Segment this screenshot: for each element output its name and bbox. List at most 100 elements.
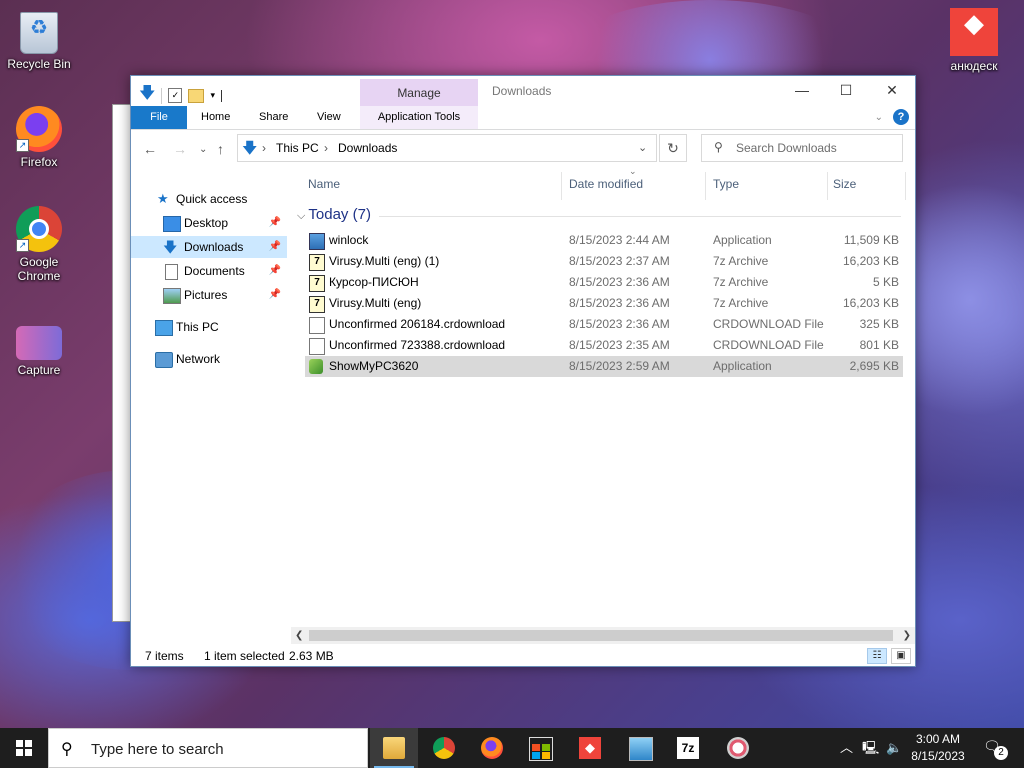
start-button[interactable] <box>0 728 48 768</box>
document-icon <box>309 317 325 334</box>
tab-application-tools[interactable]: Application Tools <box>360 106 478 129</box>
recent-locations-icon[interactable]: ⌄ <box>199 144 207 155</box>
shortcut-arrow-icon: ↗ <box>16 139 29 152</box>
nav-this-pc[interactable]: This PC <box>131 316 287 338</box>
taskbar: ⚲ ◆ 7z ︿ 🖳 🔈 3:00 AM 8/15/2023 🗨 2 <box>0 728 1024 768</box>
maximize-button[interactable]: ☐ <box>823 76 869 104</box>
computer-icon <box>155 320 173 336</box>
search-input[interactable] <box>734 140 898 156</box>
file-row-selected[interactable]: ShowMyPC3620 8/15/2023 2:59 AM Applicati… <box>305 356 903 377</box>
up-button[interactable]: ↑ <box>217 141 224 157</box>
chevron-down-icon: ⌵ <box>297 210 309 222</box>
show-hidden-icons-icon[interactable]: ︿ <box>840 728 853 768</box>
download-arrow-icon: 🡇 <box>139 85 156 102</box>
close-button[interactable]: ✕ <box>869 76 915 104</box>
downloads-icon: 🡇 <box>242 140 258 157</box>
pin-icon[interactable]: 📌 <box>269 260 281 282</box>
shortcut-arrow-icon: ↗ <box>16 239 29 252</box>
taskbar-store[interactable] <box>516 728 564 768</box>
capture-icon <box>16 326 62 360</box>
desktop-icon-firefox[interactable]: ↗ Firefox <box>1 106 77 169</box>
desktop-icon-google-chrome[interactable]: ↗ Google Chrome <box>1 206 77 283</box>
nav-item-downloads[interactable]: 🡇 Downloads 📌 <box>131 236 287 258</box>
search-icon: ⚲ <box>61 741 73 758</box>
nav-item-desktop[interactable]: Desktop 📌 <box>131 212 287 234</box>
file-row[interactable]: 7 Virusy.Multi (eng) 8/15/2023 2:36 AM 7… <box>305 293 903 314</box>
taskbar-7zip[interactable]: 7z <box>664 728 712 768</box>
item-count: 7 items <box>145 649 184 663</box>
file-row[interactable]: 7 Virusy.Multi (eng) (1) 8/15/2023 2:37 … <box>305 251 903 272</box>
horizontal-scrollbar[interactable]: ❮ ❯ <box>291 627 915 644</box>
taskbar-clock[interactable]: 3:00 AM 8/15/2023 <box>906 731 970 765</box>
file-explorer-window: 🡇 ✓ ▾ Manage Downloads — ☐ ✕ File Home S… <box>130 75 916 667</box>
desktop-icon-recycle-bin[interactable]: Recycle Bin <box>1 8 77 71</box>
tab-view[interactable]: View <box>307 106 351 129</box>
taskbar-search-input[interactable] <box>89 740 363 759</box>
column-header-name[interactable]: Name <box>308 172 340 200</box>
taskbar-app[interactable] <box>616 728 664 768</box>
pin-icon[interactable]: 📌 <box>269 236 281 258</box>
details-view-icon[interactable]: ☷ <box>867 648 887 664</box>
address-dropdown-icon[interactable]: ⌄ <box>638 141 647 154</box>
network-icon[interactable]: 🖳 <box>862 728 879 768</box>
search-box[interactable]: ⚲ <box>701 134 903 162</box>
downloads-icon: 🡇 <box>163 239 178 255</box>
anydesk-icon <box>950 8 998 56</box>
taskbar-anydesk[interactable]: ◆ <box>566 728 614 768</box>
properties-icon[interactable]: ✓ <box>168 88 183 103</box>
chrome-icon: ↗ <box>16 206 62 252</box>
nav-item-pictures[interactable]: Pictures 📌 <box>131 284 287 306</box>
column-header-size[interactable]: Size <box>833 172 856 200</box>
group-header-today[interactable]: ⌵ Today (7) <box>297 206 371 223</box>
wallpaper-shape <box>900 150 1024 450</box>
scrollbar-thumb[interactable] <box>309 630 893 641</box>
volume-icon[interactable]: 🔈 <box>886 728 902 768</box>
nav-item-documents[interactable]: Documents 📌 <box>131 260 287 282</box>
expand-ribbon-icon[interactable]: ⌄ <box>875 112 883 123</box>
desktop-folder-icon <box>163 216 181 232</box>
file-row[interactable]: 7 Курсор-ПИСЮН 8/15/2023 2:36 AM 7z Arch… <box>305 272 903 293</box>
scroll-right-icon[interactable]: ❯ <box>903 627 911 644</box>
taskbar-snipping-tool[interactable] <box>714 728 762 768</box>
new-folder-icon[interactable] <box>188 88 205 103</box>
desktop-icon-anydesk[interactable]: анюдеск <box>936 8 1012 73</box>
breadcrumb-downloads[interactable]: Downloads <box>338 141 397 155</box>
scroll-left-icon[interactable]: ❮ <box>295 627 303 644</box>
refresh-button[interactable]: ↻ <box>659 134 687 162</box>
tab-share[interactable]: Share <box>249 106 298 129</box>
taskbar-chrome[interactable] <box>420 728 468 768</box>
document-icon <box>309 338 325 355</box>
breadcrumb-separator-icon[interactable]: › <box>324 141 328 155</box>
large-icons-view-icon[interactable]: ▣ <box>891 648 911 664</box>
breadcrumb-this-pc[interactable]: This PC <box>276 141 319 155</box>
nav-network[interactable]: Network <box>131 348 287 370</box>
file-row[interactable]: Unconfirmed 206184.crdownload 8/15/2023 … <box>305 314 903 335</box>
tab-file[interactable]: File <box>131 106 187 129</box>
title-bar[interactable]: 🡇 ✓ ▾ Manage Downloads — ☐ ✕ <box>131 76 915 106</box>
address-bar[interactable]: 🡇 › This PC › Downloads ⌄ <box>237 134 657 162</box>
address-row: ← → ⌄ ↑ 🡇 › This PC › Downloads ⌄ ↻ ⚲ <box>131 130 915 170</box>
breadcrumb-separator-icon[interactable]: › <box>262 141 266 155</box>
ribbon-tabs: File Home Share View Application Tools ⌄… <box>131 106 915 130</box>
back-button[interactable]: ← <box>143 141 157 157</box>
column-header-type[interactable]: Type <box>713 172 739 200</box>
action-center-button[interactable]: 🗨 2 <box>983 738 1008 760</box>
desktop-icon-capture[interactable]: Capture <box>1 318 77 377</box>
nav-quick-access[interactable]: ★ Quick access <box>131 188 287 210</box>
tab-manage[interactable]: Manage <box>360 79 478 106</box>
taskbar-search[interactable]: ⚲ <box>48 728 368 768</box>
chrome-icon <box>433 737 455 759</box>
store-icon <box>529 737 553 761</box>
forward-button[interactable]: → <box>173 141 187 157</box>
tab-home[interactable]: Home <box>191 106 240 129</box>
pin-icon[interactable]: 📌 <box>269 284 281 306</box>
help-icon[interactable]: ? <box>893 109 909 125</box>
pin-icon[interactable]: 📌 <box>269 212 281 234</box>
search-icon: ⚲ <box>714 140 723 154</box>
minimize-button[interactable]: — <box>779 76 825 104</box>
customize-toolbar-icon[interactable]: ▾ <box>210 90 215 101</box>
taskbar-firefox[interactable] <box>468 728 516 768</box>
taskbar-file-explorer[interactable] <box>370 728 418 768</box>
file-row[interactable]: Unconfirmed 723388.crdownload 8/15/2023 … <box>305 335 903 356</box>
file-row[interactable]: winlock 8/15/2023 2:44 AM Application 11… <box>305 230 903 251</box>
